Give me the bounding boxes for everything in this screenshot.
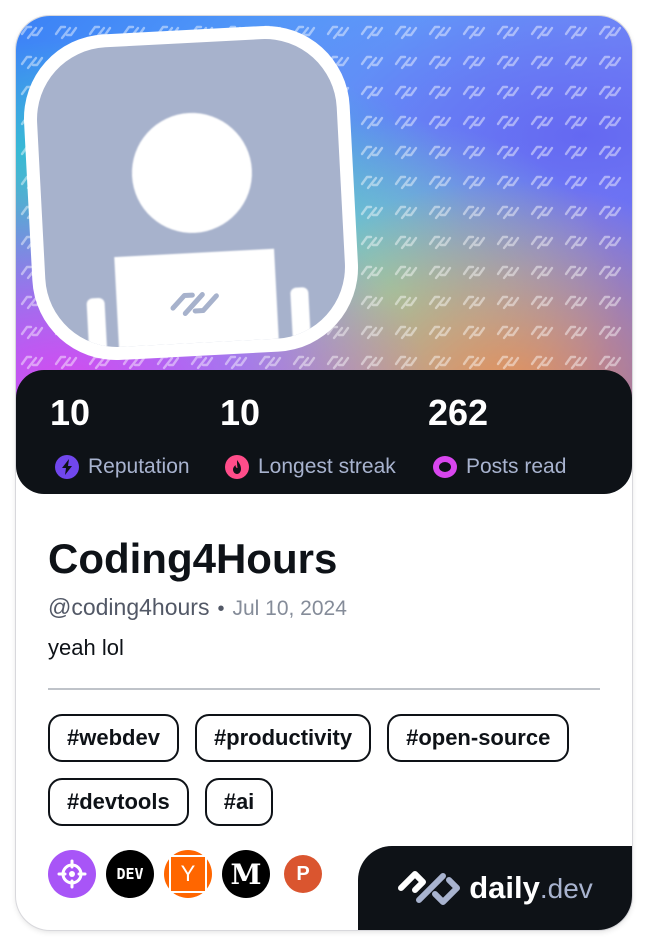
medium-source-icon[interactable]: M <box>222 850 270 898</box>
dev-source-label: DEV <box>116 865 144 883</box>
avatar-head-shape <box>128 109 256 236</box>
tag-devtools[interactable]: #devtools <box>48 778 189 826</box>
tag-open-source[interactable]: #open-source <box>387 714 570 762</box>
longest-streak-value: 10 <box>220 392 261 433</box>
daily-dev-logo-icon <box>398 871 461 905</box>
product-hunt-source-icon[interactable]: P <box>284 855 322 893</box>
profile-bio: yeah lol <box>48 635 124 660</box>
hacker-news-source-icon[interactable]: Y <box>164 850 212 898</box>
tag-list: #webdev #productivity #open-source #devt… <box>48 714 604 826</box>
avatar-frame <box>19 21 363 365</box>
divider <box>48 688 600 690</box>
source-list: DEV Y M P <box>48 850 322 898</box>
hacker-news-source-label: Y <box>180 861 196 886</box>
stat-posts-read: 262 Posts read <box>428 392 566 480</box>
stats-bar: 10 Reputation 10 Longest streak 262 Post… <box>16 370 632 494</box>
brand-name: daily.dev <box>469 870 593 906</box>
posts-read-value: 262 <box>428 392 489 433</box>
longest-streak-label: Longest streak <box>258 455 396 478</box>
brand-name-main: daily <box>469 870 540 905</box>
daily-dev-branding[interactable]: daily.dev <box>358 846 632 930</box>
reputation-label: Reputation <box>88 455 190 478</box>
profile-handle: @coding4hours <box>48 594 210 620</box>
product-hunt-source-label: P <box>296 862 310 885</box>
medium-source-label: M <box>230 857 262 891</box>
crosshair-source-icon[interactable] <box>48 850 96 898</box>
brand-name-suffix: .dev <box>539 873 593 904</box>
lightning-bolt-icon <box>55 455 79 479</box>
stat-longest-streak: 10 Longest streak <box>220 392 396 480</box>
hacker-news-y-box: Y <box>169 855 207 893</box>
flame-icon <box>225 455 249 479</box>
tag-webdev[interactable]: #webdev <box>48 714 179 762</box>
dev-source-icon[interactable]: DEV <box>106 850 154 898</box>
joined-date: Jul 10, 2024 <box>232 597 347 620</box>
posts-read-label: Posts read <box>466 455 567 478</box>
eye-ring-icon <box>433 456 457 478</box>
stat-reputation: 10 Reputation <box>50 392 190 480</box>
avatar-arm-left <box>86 297 109 351</box>
profile-name: Coding4Hours <box>48 535 338 582</box>
meta-separator: • <box>217 598 225 620</box>
reputation-value: 10 <box>50 392 91 433</box>
devcard: 10 Reputation 10 Longest streak 262 Post… <box>16 16 632 930</box>
avatar[interactable] <box>33 35 349 351</box>
tag-productivity[interactable]: #productivity <box>194 714 372 762</box>
daily-dev-logo-icon <box>170 292 219 316</box>
avatar-arm-right <box>290 287 313 351</box>
crosshair-icon <box>57 859 87 889</box>
tag-ai[interactable]: #ai <box>204 778 274 826</box>
profile-meta: @coding4hours • Jul 10, 2024 <box>48 594 347 621</box>
